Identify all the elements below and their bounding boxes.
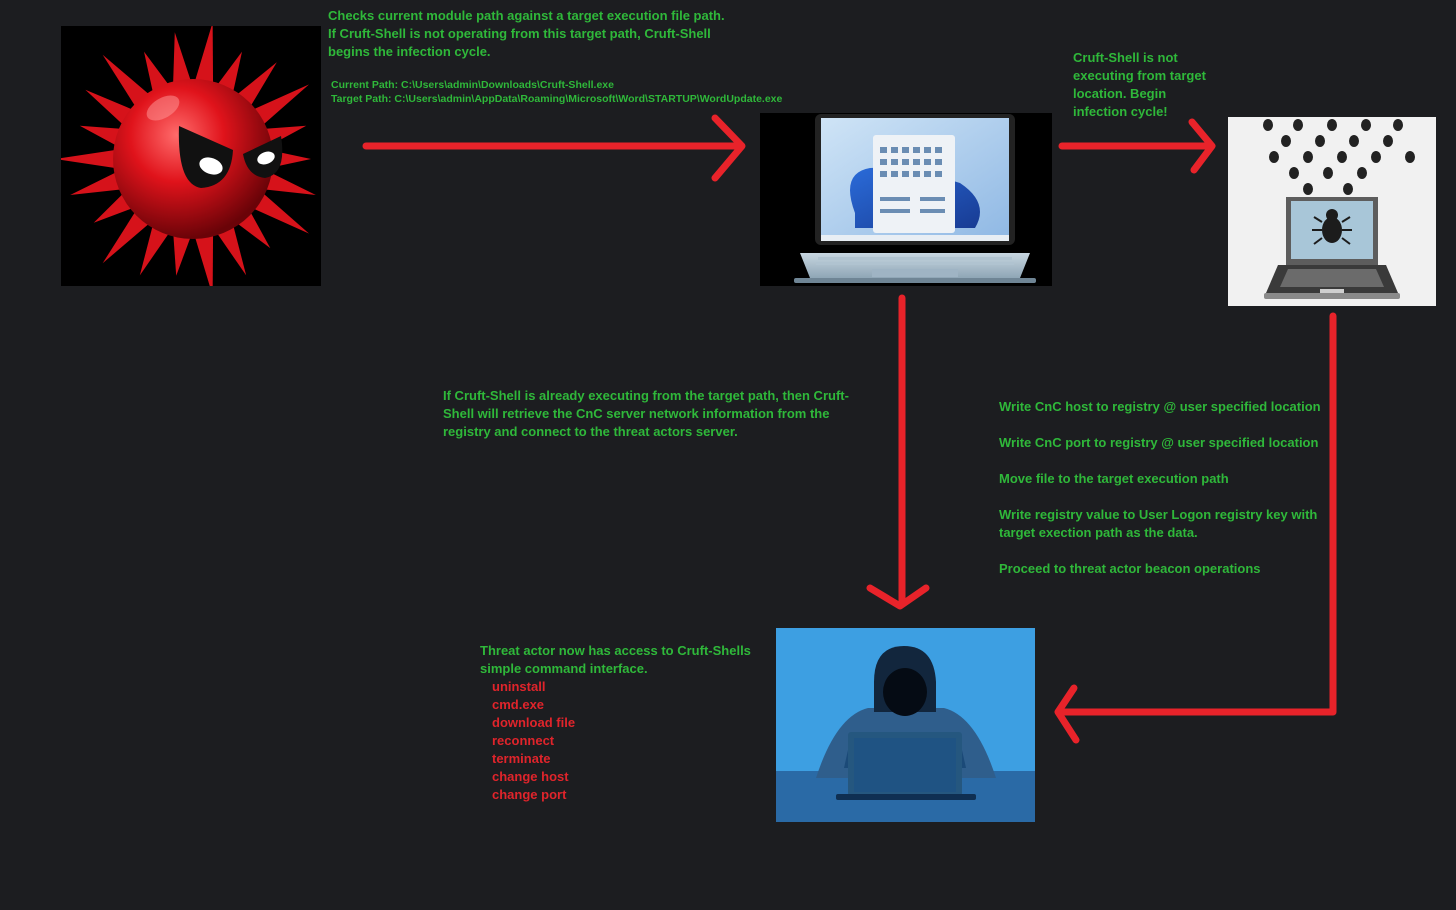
not-target-line: infection cycle!	[1073, 104, 1168, 119]
step-item: target exection path as the data.	[999, 525, 1198, 540]
step-item: Write CnC port to registry @ user specif…	[999, 435, 1319, 450]
arrow-laptop-to-threat-actor-head	[866, 584, 930, 610]
command-item: download file	[492, 715, 576, 730]
current-path: Current Path: C:\Users\admin\Downloads\C…	[331, 79, 614, 91]
step-item: Write CnC host to registry @ user specif…	[999, 399, 1321, 414]
step-item: Proceed to threat actor beacon operation…	[999, 561, 1261, 576]
already-target-line: registry and connect to the threat actor…	[443, 424, 738, 439]
intro-line: Checks current module path against a tar…	[328, 8, 725, 23]
not-target-line: location. Begin	[1073, 86, 1167, 101]
not-target-line: Cruft-Shell is not	[1073, 50, 1178, 65]
intro-line: begins the infection cycle.	[328, 44, 491, 59]
intro-line: If Cruft-Shell is not operating from thi…	[328, 26, 711, 41]
path-text: Current Path: C:\Users\admin\Downloads\C…	[331, 78, 782, 106]
access-text: Threat actor now has access to Cruft-She…	[480, 642, 751, 804]
already-target-line: If Cruft-Shell is already executing from…	[443, 388, 849, 403]
command-list: uninstall cmd.exe download file reconnec…	[480, 678, 751, 804]
command-item: uninstall	[492, 679, 546, 694]
infection-flow-diagram: Checks current module path against a tar…	[0, 0, 1456, 910]
not-target-line: executing from target	[1073, 68, 1206, 83]
command-item: change host	[492, 769, 569, 784]
step-item: Move file to the target execution path	[999, 471, 1229, 486]
command-item: terminate	[492, 751, 551, 766]
install-steps: Write CnC host to registry @ user specif…	[999, 398, 1321, 578]
command-item: cmd.exe	[492, 697, 545, 712]
command-item: change port	[492, 787, 567, 802]
command-item: reconnect	[492, 733, 555, 748]
access-line: simple command interface.	[480, 661, 648, 676]
access-line: Threat actor now has access to Cruft-She…	[480, 643, 751, 658]
target-path: Target Path: C:\Users\admin\AppData\Roam…	[331, 93, 783, 105]
already-target-line: Shell will retrieve the CnC server netwo…	[443, 406, 830, 421]
intro-text: Checks current module path against a tar…	[328, 7, 725, 61]
not-target-text: Cruft-Shell is not executing from target…	[1073, 49, 1206, 121]
step-item: Write registry value to User Logon regis…	[999, 507, 1318, 522]
already-target-text: If Cruft-Shell is already executing from…	[443, 387, 849, 441]
